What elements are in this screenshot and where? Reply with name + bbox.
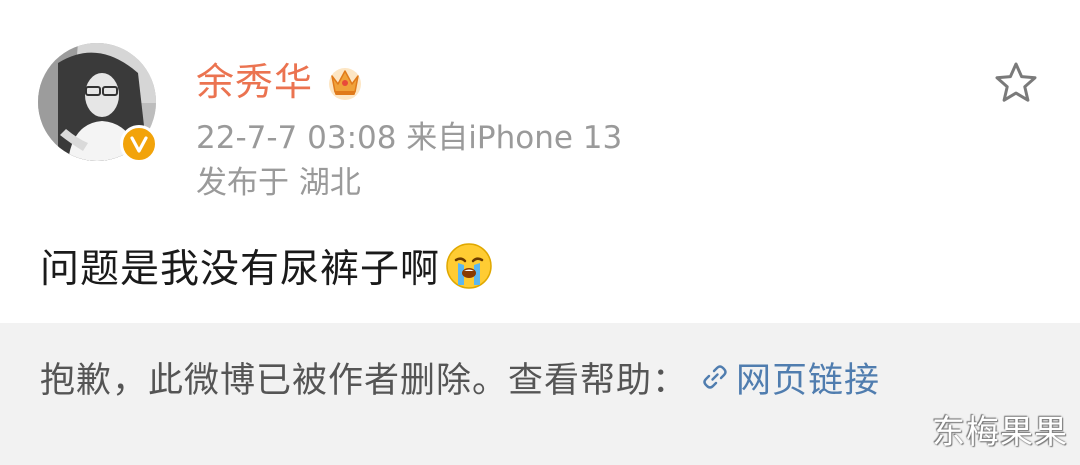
help-web-link[interactable]: 网页链接: [700, 352, 880, 403]
link-icon: [703, 365, 727, 389]
crying-face-icon: [446, 243, 492, 289]
deleted-notice-row: 抱歉，此微博已被作者删除。查看帮助： 网页链接: [40, 349, 880, 405]
verified-v-icon: [120, 125, 158, 163]
post-header: 余秀华 22-7-7 03:08 来自iPhone 13 发布于 湖北 问题是我…: [0, 0, 1080, 292]
help-link-label[interactable]: 网页链接: [736, 352, 880, 403]
post-content-text: 问题是我没有尿裤子啊: [40, 247, 441, 292]
avatar-container[interactable]: [38, 43, 158, 163]
weibo-post-card: 余秀华 22-7-7 03:08 来自iPhone 13 发布于 湖北 问题是我…: [0, 0, 1080, 465]
post-content: 问题是我没有尿裤子啊: [40, 236, 494, 296]
post-time-source: 22-7-7 03:08 来自iPhone 13: [196, 120, 623, 156]
watermark-text: 东梅果果: [932, 412, 1068, 451]
post-location: 发布于 湖北: [196, 165, 361, 201]
deleted-notice: 抱歉，此微博已被作者删除。查看帮助： 网页链接: [0, 323, 1080, 465]
crown-icon[interactable]: [325, 62, 365, 102]
deleted-notice-text: 抱歉，此微博已被作者删除。查看帮助：: [40, 360, 689, 401]
username-row: 余秀华: [196, 56, 365, 108]
star-icon[interactable]: [993, 60, 1039, 106]
author-name[interactable]: 余秀华: [196, 56, 313, 108]
